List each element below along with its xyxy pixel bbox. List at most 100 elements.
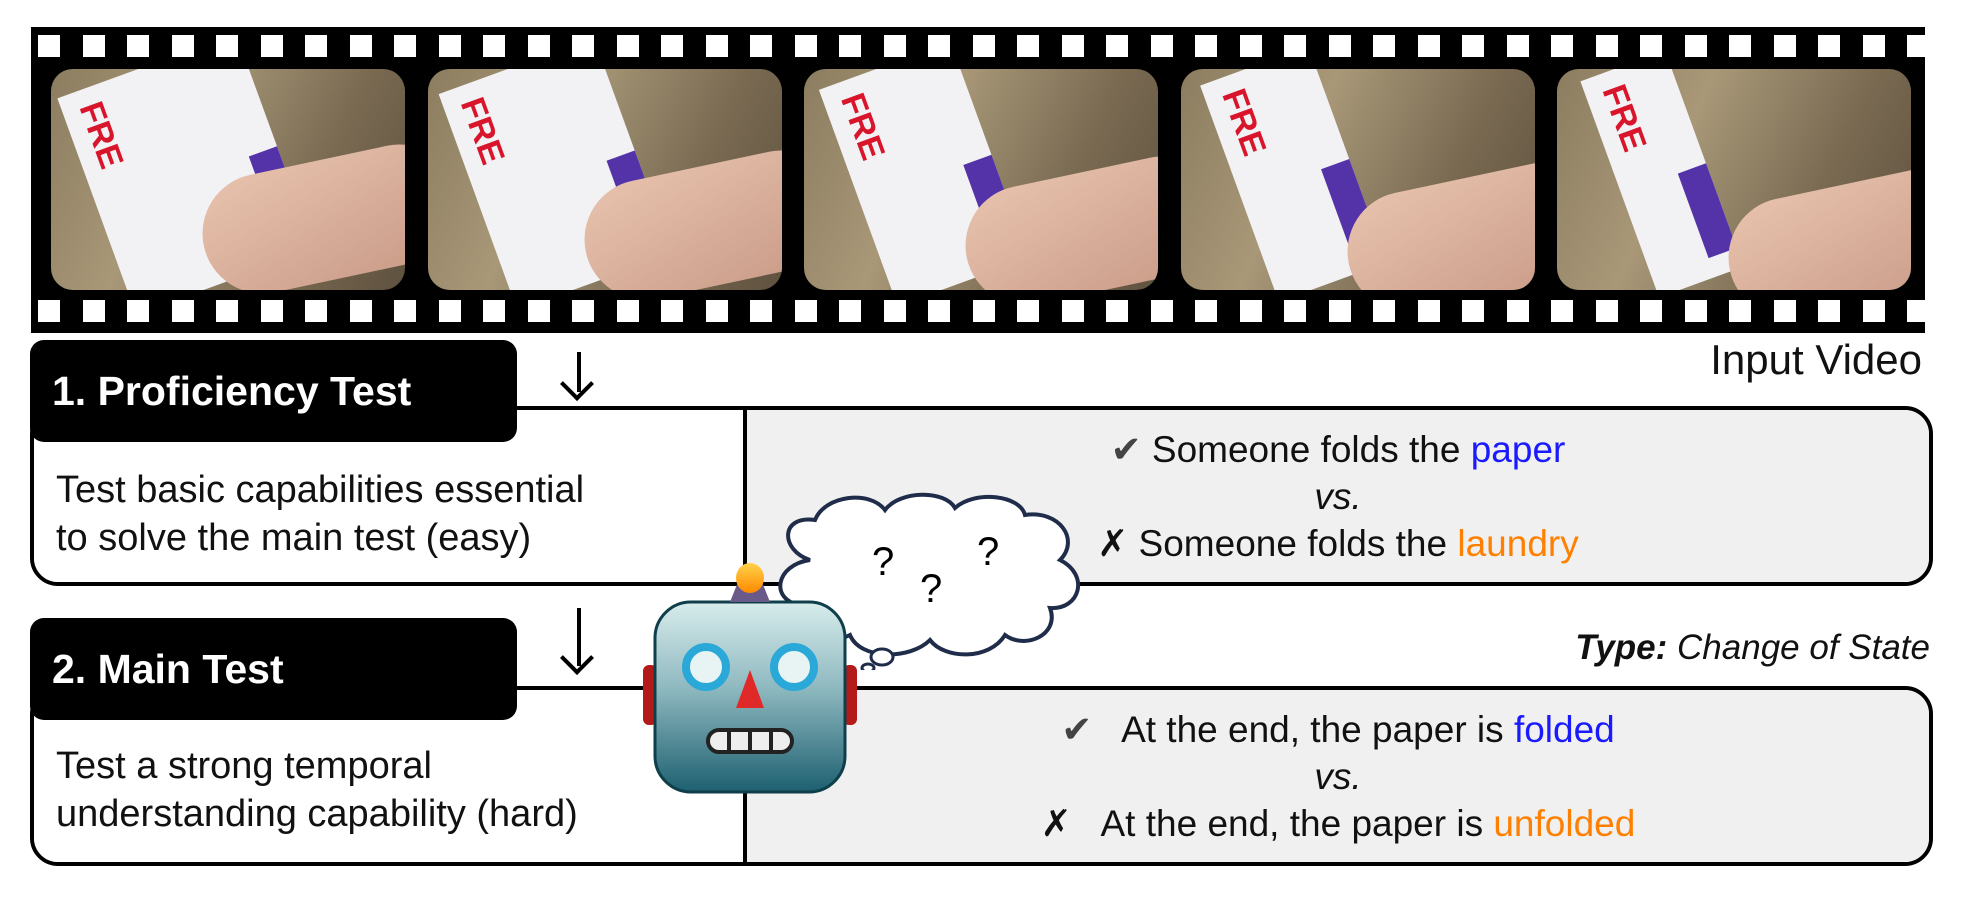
video-frame: FRE: [1181, 69, 1535, 290]
main-description: Test a strong temporal understanding cap…: [56, 742, 578, 838]
down-arrow-icon: [577, 352, 581, 392]
video-frame: FRE: [51, 69, 405, 290]
film-hole: [349, 35, 372, 57]
video-frame: FRE: [804, 69, 1158, 290]
film-hole: [1373, 300, 1395, 322]
type-key: Type:: [1575, 628, 1668, 667]
film-hole: [1729, 35, 1751, 57]
film-hole: [616, 35, 639, 57]
film-hole: [1328, 300, 1351, 322]
film-hole: [127, 35, 149, 57]
film-hole: [661, 35, 683, 57]
film-hole: [216, 35, 238, 57]
film-hole: [1684, 35, 1707, 57]
film-hole: [438, 300, 461, 322]
film-hole: [1462, 300, 1484, 322]
film-hole: [1061, 35, 1084, 57]
film-hole: [572, 35, 594, 57]
film-hole: [527, 35, 550, 57]
film-hole: [1462, 35, 1484, 57]
film-hole: [839, 35, 861, 57]
main-test-title: 2. Main Test: [30, 618, 517, 720]
film-hole: [1506, 35, 1529, 57]
input-video-caption: Input Video: [1710, 336, 1922, 383]
film-hole: [1729, 300, 1751, 322]
film-hole: [38, 300, 60, 322]
film-hole: [305, 300, 327, 322]
film-hole: [750, 300, 772, 322]
film-hole: [1150, 300, 1173, 322]
film-hole: [1551, 300, 1573, 322]
paper: FRE: [1580, 69, 1744, 290]
input-video-filmstrip: FRE FRE FRE FRE FRE: [31, 27, 1929, 333]
film-hole: [1773, 35, 1796, 57]
correct-option: ✔ At the end, the paper is folded: [747, 708, 1929, 751]
film-hole: [1284, 300, 1306, 322]
film-hole: [171, 35, 194, 57]
option-text: At the end, the paper is: [1121, 709, 1514, 750]
description-line: Test basic capabilities essential: [56, 469, 585, 511]
film-hole: [171, 300, 194, 322]
film-hole: [260, 35, 283, 57]
film-hole: [483, 300, 505, 322]
check-icon: ✔: [1061, 709, 1093, 750]
film-hole: [1373, 35, 1395, 57]
film-hole: [305, 35, 327, 57]
main-options: ✔ At the end, the paper is folded vs. ✗ …: [747, 690, 1929, 862]
film-hole: [260, 300, 283, 322]
film-hole: [438, 35, 461, 57]
film-hole: [572, 300, 594, 322]
film-hole: [82, 35, 105, 57]
film-hole: [794, 35, 817, 57]
film-hole: [1862, 300, 1885, 322]
video-frame: FRE: [1557, 69, 1911, 290]
film-hole: [216, 300, 238, 322]
film-hole: [705, 300, 728, 322]
film-hole: [1595, 300, 1618, 322]
type-value: Change of State: [1677, 628, 1930, 667]
film-hole: [1640, 35, 1662, 57]
film-hole: [928, 300, 950, 322]
film-hole: [1551, 35, 1573, 57]
option-keyword: folded: [1513, 709, 1615, 750]
description-line: Test a strong temporal: [56, 745, 432, 787]
film-hole: [394, 300, 416, 322]
film-hole: [1862, 35, 1885, 57]
film-hole: [972, 35, 995, 57]
film-hole: [127, 300, 149, 322]
vs-label: vs.: [1314, 756, 1362, 797]
film-hole: [1417, 300, 1440, 322]
film-hole: [1773, 300, 1796, 322]
film-hole: [1150, 35, 1173, 57]
film-hole: [394, 35, 416, 57]
proficiency-description: Test basic capabilities essential to sol…: [56, 466, 584, 562]
film-hole: [839, 300, 861, 322]
option-keyword: laundry: [1457, 523, 1579, 564]
film-hole: [1017, 300, 1039, 322]
film-hole: [1818, 300, 1840, 322]
check-icon: ✔: [1110, 429, 1142, 470]
film-hole: [794, 300, 817, 322]
film-hole: [1106, 35, 1128, 57]
film-hole: [616, 300, 639, 322]
cross-icon: ✗: [1040, 803, 1072, 844]
film-hole: [1818, 35, 1840, 57]
film-hole: [705, 35, 728, 57]
robot-icon: [643, 563, 857, 794]
description-line: to solve the main test (easy): [56, 517, 532, 559]
down-arrow-icon: [577, 608, 581, 666]
film-hole: [1595, 35, 1618, 57]
film-hole: [1328, 35, 1351, 57]
film-hole: [1106, 300, 1128, 322]
proficiency-test-title: 1. Proficiency Test: [30, 340, 517, 442]
film-hole: [1684, 300, 1707, 322]
film-hole: [1017, 35, 1039, 57]
film-hole: [527, 300, 550, 322]
option-keyword: paper: [1470, 429, 1566, 470]
hand: [1717, 157, 1911, 290]
film-hole: [349, 300, 372, 322]
question-mark: ?: [977, 530, 999, 574]
hand: [1336, 151, 1535, 290]
film-hole: [1061, 300, 1084, 322]
wrong-option: ✗ At the end, the paper is unfolded: [747, 802, 1929, 845]
